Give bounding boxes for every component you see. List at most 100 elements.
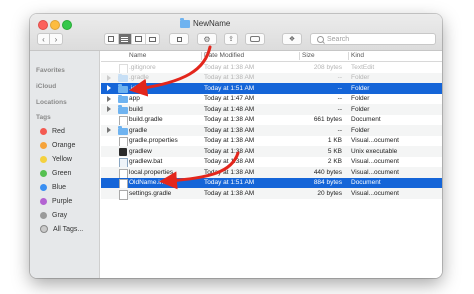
column-header-size[interactable]: Size bbox=[302, 52, 315, 59]
disclosure-triangle-icon[interactable] bbox=[107, 106, 111, 112]
column-header-kind[interactable]: Kind bbox=[351, 52, 364, 59]
file-kind: Folder bbox=[351, 95, 370, 102]
title-bar: NewName ‹ › ⚙ ⇪ ❖ Search bbox=[30, 14, 442, 51]
tag-color-dot bbox=[40, 197, 47, 205]
sidebar-tag-red[interactable]: Red bbox=[40, 125, 65, 137]
file-row-app[interactable]: app Today at 1:47 AM -- Folder bbox=[101, 94, 442, 105]
disclosure-triangle-icon[interactable] bbox=[107, 74, 111, 81]
window-title-text: NewName bbox=[193, 19, 231, 28]
tag-label: Gray bbox=[52, 211, 68, 219]
zoom-button[interactable] bbox=[62, 20, 72, 30]
sidebar-tag-blue[interactable]: Blue bbox=[40, 181, 66, 193]
search-placeholder: Search bbox=[327, 35, 350, 43]
file-date: Today at 1:47 AM bbox=[204, 95, 255, 102]
group-by-button[interactable] bbox=[169, 33, 189, 45]
columns-icon bbox=[134, 36, 142, 42]
view-mode-control bbox=[104, 33, 160, 45]
minimize-button[interactable] bbox=[50, 20, 60, 30]
tag-color-dot bbox=[40, 141, 47, 149]
terminal-icon bbox=[119, 147, 127, 156]
tag-label: Yellow bbox=[52, 155, 72, 163]
file-kind: TextEdit bbox=[351, 63, 375, 71]
file-row-idea[interactable]: .idea Today at 1:51 AM -- Folder bbox=[101, 83, 442, 94]
file-date: Today at 1:38 AM bbox=[204, 158, 255, 165]
search-icon bbox=[317, 35, 324, 43]
file-row-gitignore[interactable]: .gitignore Today at 1:38 AM 208 bytes Te… bbox=[101, 62, 442, 74]
tag-color-dot bbox=[40, 127, 47, 135]
file-size: -- bbox=[337, 105, 342, 113]
gear-icon: ⚙ bbox=[203, 34, 211, 44]
file-name: .gradle bbox=[129, 74, 149, 81]
file-row-gradle-properties[interactable]: gradle.properties Today at 1:38 AM 1 KB … bbox=[101, 136, 442, 147]
folder-icon bbox=[180, 17, 190, 28]
sidebar-tag-orange[interactable]: Orange bbox=[40, 139, 75, 151]
column-header-date[interactable]: Date Modified bbox=[204, 52, 244, 59]
folder-icon bbox=[118, 73, 128, 82]
tag-color-dot bbox=[40, 211, 47, 219]
icon-view-button[interactable] bbox=[105, 34, 119, 44]
group-icon bbox=[176, 36, 182, 42]
tag-color-dot bbox=[40, 155, 47, 163]
action-button[interactable]: ⚙ bbox=[197, 33, 217, 45]
share-button[interactable]: ⇪ bbox=[224, 33, 238, 45]
file-date: Today at 1:51 AM bbox=[204, 179, 255, 186]
file-row-gradlew-bat[interactable]: gradlew.bat Today at 1:38 AM 2 KB Visual… bbox=[101, 157, 442, 168]
file-row-gradle-hidden[interactable]: .gradle Today at 1:38 AM -- Folder bbox=[101, 72, 442, 83]
sidebar-heading-favorites: Favorites bbox=[36, 67, 65, 74]
file-size: 20 bytes bbox=[317, 189, 342, 197]
file-size: -- bbox=[337, 126, 342, 134]
file-name: gradle bbox=[129, 126, 148, 134]
file-kind: Folder bbox=[351, 74, 370, 81]
file-date: Today at 1:38 AM bbox=[204, 63, 255, 71]
tags-button[interactable] bbox=[245, 33, 265, 45]
search-field[interactable]: Search bbox=[310, 33, 436, 45]
file-row-local-properties[interactable]: local.properties Today at 1:38 AM 440 by… bbox=[101, 167, 442, 179]
file-date: Today at 1:38 AM bbox=[204, 74, 255, 81]
list-view-button[interactable] bbox=[118, 34, 133, 44]
file-row-build-gradle[interactable]: build.gradle Today at 1:38 AM 661 bytes … bbox=[101, 115, 442, 126]
dropbox-button[interactable]: ❖ bbox=[282, 33, 302, 45]
column-divider bbox=[299, 52, 300, 60]
sidebar-heading-tags: Tags bbox=[36, 114, 51, 121]
close-button[interactable] bbox=[38, 20, 48, 30]
column-divider bbox=[201, 52, 202, 60]
document-icon bbox=[119, 189, 128, 200]
file-name: app bbox=[129, 95, 140, 102]
file-row-oldname-iml[interactable]: OldName.iml Today at 1:51 AM 884 bytes D… bbox=[101, 177, 442, 189]
file-kind: Document bbox=[351, 179, 381, 186]
file-row-gradlew[interactable]: gradlew Today at 1:38 AM 5 KB Unix execu… bbox=[101, 146, 442, 157]
sidebar-tag-green[interactable]: Green bbox=[40, 167, 71, 179]
file-name: OldName.iml bbox=[129, 179, 167, 186]
file-kind: Folder bbox=[351, 84, 370, 92]
tag-color-dot bbox=[40, 169, 47, 177]
tag-label: All Tags... bbox=[53, 225, 84, 233]
share-icon: ⇪ bbox=[228, 36, 234, 43]
file-size: 661 bytes bbox=[313, 116, 342, 123]
sidebar-heading-icloud: iCloud bbox=[36, 83, 57, 90]
tag-icon bbox=[250, 36, 260, 42]
forward-button[interactable]: › bbox=[50, 33, 63, 45]
sidebar-heading-locations: Locations bbox=[36, 99, 67, 106]
file-date: Today at 1:38 AM bbox=[204, 116, 255, 123]
file-date: Today at 1:51 AM bbox=[204, 84, 255, 92]
back-button[interactable]: ‹ bbox=[37, 33, 50, 45]
window-title: NewName bbox=[180, 17, 231, 29]
sidebar-tag-gray[interactable]: Gray bbox=[40, 209, 67, 221]
file-kind: Folder bbox=[351, 105, 370, 113]
list-icon bbox=[121, 36, 129, 42]
disclosure-triangle-icon[interactable] bbox=[107, 95, 111, 102]
sidebar-tag-yellow[interactable]: Yellow bbox=[40, 153, 72, 165]
file-size: 208 bytes bbox=[313, 63, 342, 71]
file-row-build[interactable]: build Today at 1:48 AM -- Folder bbox=[101, 104, 442, 115]
column-header-row: Name Date Modified Size Kind bbox=[101, 51, 442, 62]
disclosure-triangle-icon[interactable] bbox=[107, 127, 111, 133]
file-row-settings-gradle[interactable]: settings.gradle Today at 1:38 AM 20 byte… bbox=[101, 188, 442, 200]
sidebar-all-tags[interactable]: All Tags... bbox=[40, 223, 83, 235]
file-name: .gitignore bbox=[129, 63, 156, 71]
column-header-name[interactable]: Name bbox=[129, 52, 146, 59]
file-row-gradle[interactable]: gradle Today at 1:38 AM -- Folder bbox=[101, 125, 442, 136]
disclosure-triangle-icon[interactable] bbox=[107, 85, 111, 91]
sidebar-tag-purple[interactable]: Purple bbox=[40, 195, 72, 207]
column-view-button[interactable] bbox=[132, 34, 146, 44]
gallery-view-button[interactable] bbox=[146, 34, 159, 44]
